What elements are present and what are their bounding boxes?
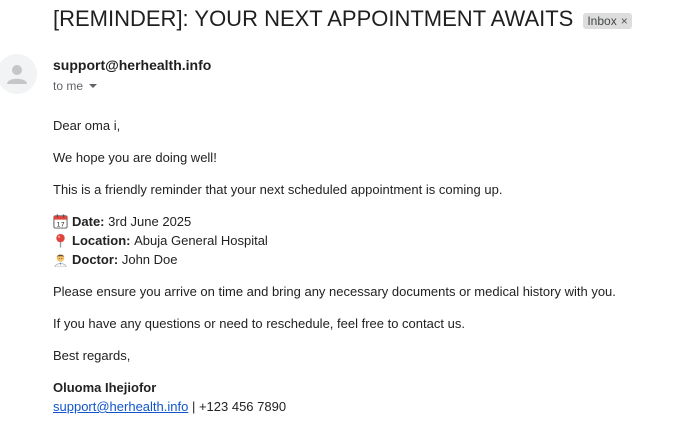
sender-email: support@herhealth.info	[53, 57, 212, 73]
detail-doctor: Doctor: John Doe	[53, 250, 663, 269]
location-value: Abuja General Hospital	[134, 233, 268, 248]
remove-label-icon[interactable]: ×	[621, 13, 628, 29]
doctor-label: Doctor:	[72, 252, 119, 267]
location-label: Location:	[72, 233, 131, 248]
paragraph-3: Please ensure you arrive on time and bri…	[53, 284, 616, 299]
detail-date: 17 Date: 3rd June 2025	[53, 212, 663, 231]
date-label: Date:	[72, 214, 105, 229]
doctor-value: John Doe	[121, 252, 178, 267]
detail-location: Location: Abuja General Hospital	[53, 231, 663, 250]
calendar-icon: 17	[53, 214, 68, 229]
paragraph-2: This is a friendly reminder that your ne…	[53, 182, 503, 197]
sender-avatar[interactable]	[0, 54, 37, 94]
greeting: Dear oma i,	[53, 118, 121, 133]
signature-name: Oluoma Ihejiofor	[53, 380, 157, 395]
subject-row: [REMINDER]: YOUR NEXT APPOINTMENT AWAITS…	[53, 6, 632, 32]
doctor-icon	[54, 254, 67, 267]
email-subject: [REMINDER]: YOUR NEXT APPOINTMENT AWAITS	[53, 6, 574, 31]
paragraph-4: If you have any questions or need to res…	[53, 316, 465, 331]
recipient-text: to me	[53, 79, 84, 93]
signature-email-link[interactable]: support@herhealth.info	[53, 399, 188, 414]
email-body: Dear oma i, We hope you are doing well! …	[53, 116, 663, 416]
date-value: 3rd June 2025	[108, 214, 192, 229]
avatar-icon	[0, 54, 37, 94]
inbox-label-chip[interactable]: Inbox ×	[583, 12, 632, 29]
recipient-details-toggle[interactable]: to me	[53, 79, 98, 93]
closing: Best regards,	[53, 348, 131, 363]
signature-contact: support@herhealth.info | +123 456 7890	[53, 397, 663, 416]
signature-phone: | +123 456 7890	[191, 399, 287, 414]
email-view: [REMINDER]: YOUR NEXT APPOINTMENT AWAITS…	[0, 0, 673, 427]
pin-icon	[56, 233, 65, 248]
chevron-down-icon	[89, 84, 98, 88]
svg-text:17: 17	[56, 221, 64, 229]
inbox-label-text: Inbox	[587, 13, 617, 28]
paragraph-1: We hope you are doing well!	[53, 150, 217, 165]
